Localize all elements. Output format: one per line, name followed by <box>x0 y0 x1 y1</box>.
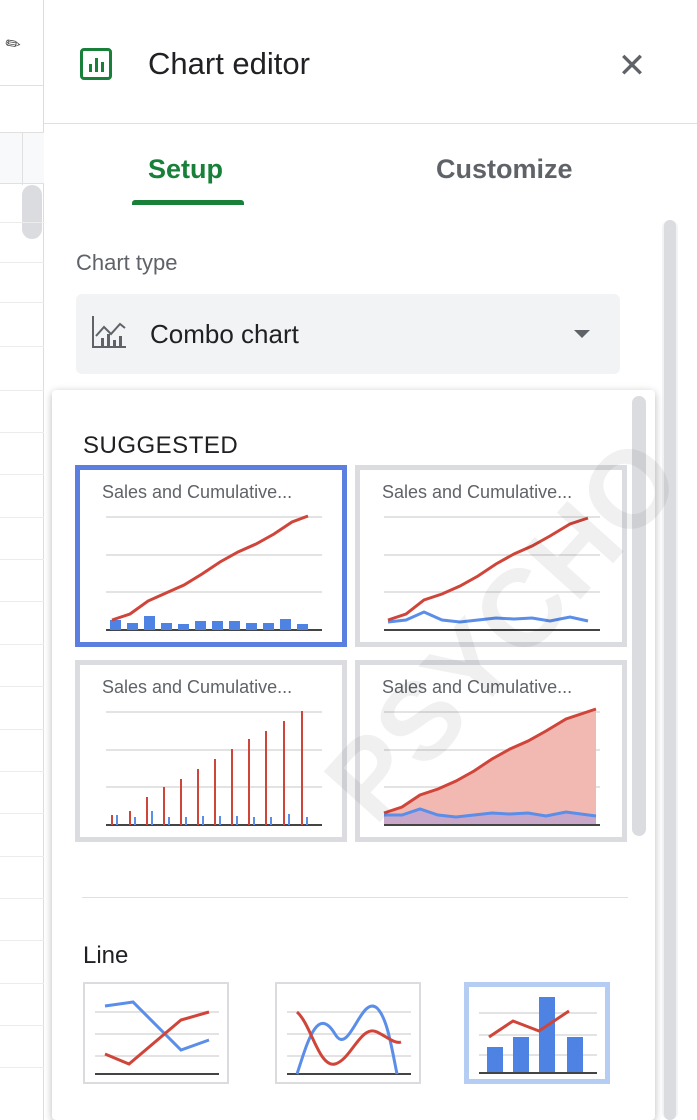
suggested-chart-line[interactable]: Sales and Cumulative... <box>355 465 627 647</box>
chart-type-select[interactable]: Combo chart <box>76 294 620 374</box>
grid-line <box>0 1067 44 1068</box>
combo-chart-icon <box>92 316 126 348</box>
close-icon[interactable]: ✕ <box>612 46 652 86</box>
dropdown-scrollbar[interactable] <box>632 396 646 836</box>
chart-type-dropdown: SUGGESTED Sales and Cumulative... Sales … <box>52 390 655 1120</box>
suggested-chart-column[interactable]: Sales and Cumulative... <box>75 660 347 842</box>
line-chart-icon <box>95 1000 219 1075</box>
grid-line <box>0 1025 44 1026</box>
grid-line <box>0 983 44 984</box>
grid-line <box>0 940 44 941</box>
panel-title: Chart editor <box>148 46 310 81</box>
suggested-heading: SUGGESTED <box>83 432 239 459</box>
chart-type-value: Combo chart <box>150 319 299 349</box>
spreadsheet-edge: ✎ <box>0 0 44 1120</box>
toolbar-strip: ✎ <box>0 0 44 86</box>
grid-line <box>0 262 44 263</box>
suggestion-title: Sales and Cumulative... <box>382 677 573 697</box>
line-chart-option[interactable] <box>83 982 229 1084</box>
chart-editor-panel: Chart editor ✕ Setup Customize Chart typ… <box>44 0 697 1120</box>
pencil-icon[interactable]: ✎ <box>1 32 25 58</box>
combo-chart-icon <box>479 997 597 1074</box>
sheet-scrollbar[interactable] <box>22 185 42 239</box>
suggestion-title: Sales and Cumulative... <box>102 677 293 697</box>
line-section-heading: Line <box>83 942 129 969</box>
grid-line <box>0 432 44 433</box>
grid-line <box>0 346 44 347</box>
grid-line <box>0 644 44 645</box>
column-header-strip <box>0 132 44 185</box>
grid-line <box>0 729 44 730</box>
suggested-chart-area[interactable]: Sales and Cumulative... <box>355 660 627 842</box>
panel-scrollbar[interactable] <box>662 220 678 1120</box>
smooth-line-chart-icon <box>287 1004 411 1075</box>
grid-line <box>0 517 44 518</box>
panel-header: Chart editor ✕ <box>44 0 697 124</box>
chart-type-label: Chart type <box>76 250 178 275</box>
combo-chart-option[interactable] <box>464 982 610 1084</box>
bar-chart-icon <box>80 48 112 80</box>
tab-setup[interactable]: Setup <box>148 154 223 185</box>
grid-line <box>0 559 44 560</box>
grid-line <box>0 898 44 899</box>
grid-line <box>0 601 44 602</box>
grid-line <box>0 856 44 857</box>
grid-line <box>0 771 44 772</box>
grid-line <box>0 302 44 303</box>
grid-line <box>0 390 44 391</box>
active-tab-indicator <box>132 200 244 205</box>
grid-line <box>0 686 44 687</box>
editor-tabs: Setup Customize <box>44 124 697 208</box>
smooth-line-chart-option[interactable] <box>275 982 421 1084</box>
suggested-chart-combo[interactable]: Sales and Cumulative... <box>75 465 347 647</box>
tab-customize[interactable]: Customize <box>436 154 573 185</box>
grid-line <box>0 813 44 814</box>
chevron-down-icon <box>574 330 590 338</box>
suggestion-title: Sales and Cumulative... <box>382 482 573 502</box>
suggestion-title: Sales and Cumulative... <box>102 482 293 502</box>
grid-line <box>0 474 44 475</box>
section-divider <box>82 897 628 898</box>
grid-line <box>0 222 44 223</box>
